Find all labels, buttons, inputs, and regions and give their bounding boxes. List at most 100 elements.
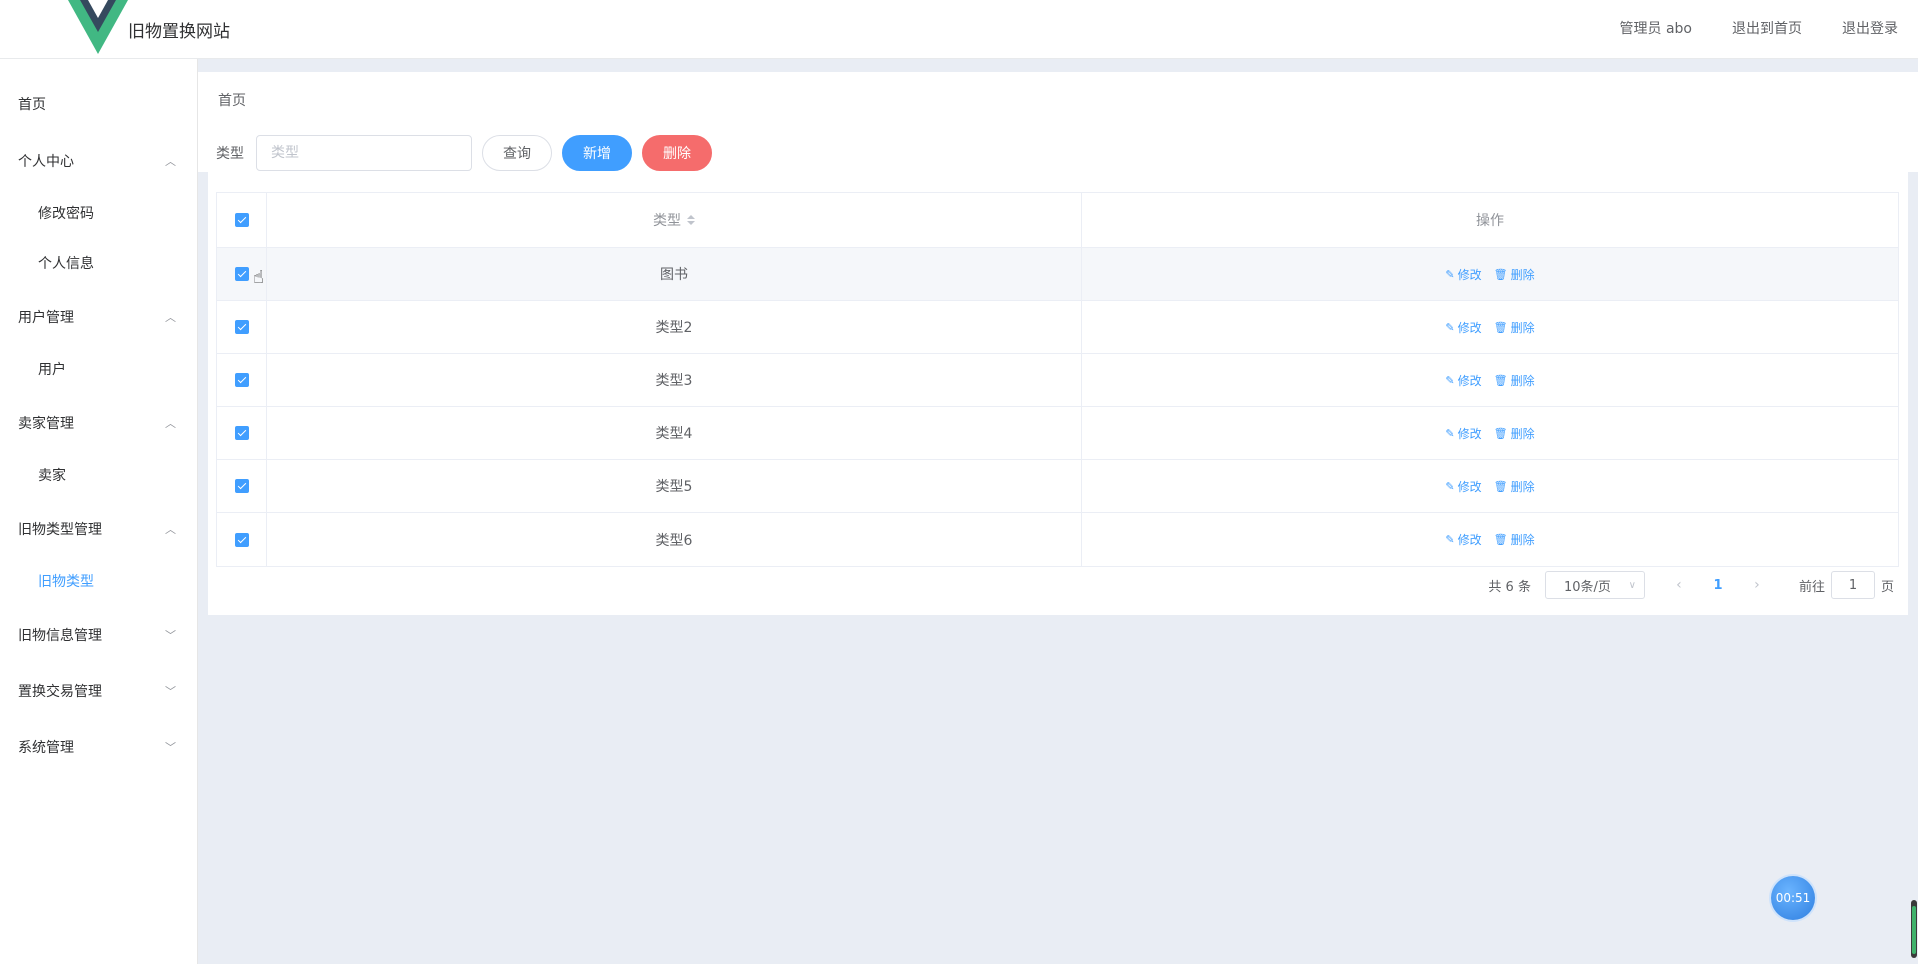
ops-cell: ✎ 修改 🗑 删除 [1082,301,1898,353]
delete-label: 删除 [1510,373,1535,388]
hand-cursor-icon: ☝ [253,267,264,288]
table-header-row: 类型 操作 [217,193,1898,248]
type-cell: 类型2 [267,301,1082,353]
trash-icon: 🗑 [1493,426,1508,440]
total-count: 共 6 条 [1488,579,1531,595]
page-number-current[interactable]: 1 [1701,578,1735,593]
edit-label: 修改 [1457,479,1482,494]
edit-button[interactable]: ✎ 修改 [1445,266,1481,283]
sidebar-item-label: 置换交易管理 [18,684,102,700]
table-row: 类型5 ✎ 修改 🗑 删除 [217,460,1898,513]
chevron-up-icon: ︿ [165,155,176,168]
ops-cell: ✎ 修改 🗑 删除 [1082,513,1898,566]
row-checkbox[interactable] [234,532,249,547]
edit-button[interactable]: ✎ 修改 [1445,425,1481,442]
edit-button[interactable]: ✎ 修改 [1445,372,1481,389]
delete-button[interactable]: 🗑 删除 [1494,478,1535,495]
timer-badge[interactable]: 00:51 [1771,876,1815,920]
delete-button[interactable]: 🗑 删除 [1494,372,1535,389]
sidebar-item-change-password[interactable]: 修改密码 [0,194,198,234]
sidebar-item-personal-info[interactable]: 个人信息 [0,244,198,284]
edit-button[interactable]: ✎ 修改 [1445,531,1481,548]
trash-icon: 🗑 [1493,320,1508,334]
sidebar-item-personal-center[interactable]: 个人中心 ︿ [0,142,198,182]
search-row: 类型 查询 新增 删除 [216,133,712,173]
page-size-select[interactable]: 10条/页 ∨ [1544,571,1645,599]
chevron-down-icon: ﹀ [165,685,176,698]
page-jump-input[interactable] [1830,571,1875,599]
sidebar-item-label: 系统管理 [18,740,74,756]
site-title: 旧物置换网站 [128,22,230,42]
sidebar-item-exchange-trade-management[interactable]: 置换交易管理 ﹀ [0,672,198,712]
prev-page-button[interactable]: ‹ [1667,577,1691,593]
select-all-checkbox[interactable] [234,213,249,227]
row-checkbox[interactable] [234,267,249,281]
header-label: 类型 [653,213,681,229]
row-checkbox[interactable] [234,320,249,334]
sidebar-item-label: 首页 [18,97,46,113]
edit-icon: ✎ [1445,426,1455,440]
type-column-header[interactable]: 类型 [267,193,1082,247]
table-row: 类型2 ✎ 修改 🗑 删除 [217,301,1898,354]
sidebar-item-user-management[interactable]: 用户管理 ︿ [0,298,198,338]
next-page-button[interactable]: › [1745,577,1769,593]
breadcrumb[interactable]: 首页 [218,90,246,110]
batch-delete-button[interactable]: 删除 [642,135,712,171]
delete-button[interactable]: 🗑 删除 [1494,319,1535,336]
sidebar-item-system-management[interactable]: 系统管理 ﹀ [0,728,198,768]
edit-button[interactable]: ✎ 修改 [1445,478,1481,495]
logout-link[interactable]: 退出登录 [1842,18,1898,38]
main-content: 首页 类型 查询 新增 删除 类型 操作 ☝ 图书 ✎修改 🗑删除 [198,59,1918,964]
row-checkbox-cell [217,407,267,459]
admin-user-label[interactable]: 管理员 abo [1620,18,1692,38]
sidebar-item-item-type-management[interactable]: 旧物类型管理 ︿ [0,510,198,550]
chevron-up-icon: ︿ [165,417,176,430]
sidebar: 首页 个人中心 ︿ 修改密码 个人信息 用户管理 ︿ 用户 卖家管理 ︿ 卖家 旧物类… [0,59,198,964]
sidebar-item-item-types[interactable]: 旧物类型 [0,562,198,602]
sidebar-item-label: 旧物类型管理 [18,522,102,538]
add-button[interactable]: 新增 [562,135,632,171]
table-row: 类型4 ✎ 修改 🗑 删除 [217,407,1898,460]
ops-cell: ✎ 修改 🗑 删除 [1082,354,1898,406]
jump-suffix: 页 [1880,579,1894,595]
delete-button[interactable]: 🗑 删除 [1494,266,1535,283]
delete-label: 删除 [1510,533,1535,547]
edit-label: 修改 [1457,320,1482,335]
query-button[interactable]: 查询 [482,135,552,171]
trash-icon: 🗑 [1493,479,1508,493]
delete-label: 删除 [1510,479,1535,494]
vue-logo-icon [68,0,128,54]
sidebar-item-label: 旧物信息管理 [18,628,102,644]
table-row: 类型6 ✎ 修改 🗑 删除 [217,513,1898,566]
delete-button[interactable]: 🗑 删除 [1494,531,1535,548]
delete-button[interactable]: 🗑 删除 [1494,425,1535,442]
sidebar-item-item-info-management[interactable]: 旧物信息管理 ﹀ [0,616,198,656]
page-size-value: 10条/页 [1563,579,1611,595]
edit-button[interactable]: ✎ 修改 [1445,319,1481,336]
table-row: ☝ 图书 ✎ 修改 🗑 删除 [217,248,1898,301]
chevron-up-icon: ︿ [165,311,176,324]
sidebar-item-home[interactable]: 首页 [0,85,198,125]
row-checkbox[interactable] [234,373,249,387]
sidebar-item-label: 用户 [38,362,66,378]
row-checkbox-cell [217,301,267,353]
row-checkbox[interactable] [234,479,249,493]
page-jump: 前往 页 [1799,571,1894,599]
row-checkbox[interactable] [234,426,249,440]
select-all-cell [217,193,267,247]
type-table: 类型 操作 ☝ 图书 ✎ 修改 🗑 删除 类型2 ✎ 修改 🗑 删除 类型3 ✎… [216,192,1899,567]
scroll-indicator [1911,900,1917,958]
top-header: 旧物置换网站 管理员 abo 退出到首页 退出登录 [0,0,1918,59]
pagination: 共 6 条 10条/页 ∨ ‹ 1 › 前往 页 [1488,571,1894,599]
edit-icon: ✎ [1445,267,1455,281]
edit-icon: ✎ [1445,373,1455,387]
sidebar-item-users[interactable]: 用户 [0,350,198,390]
sidebar-item-label: 旧物类型 [38,574,94,590]
sidebar-item-label: 修改密码 [38,206,94,222]
back-to-home-link[interactable]: 退出到首页 [1732,18,1802,38]
sidebar-item-sellers[interactable]: 卖家 [0,456,198,496]
sidebar-item-seller-management[interactable]: 卖家管理 ︿ [0,404,198,444]
type-search-input[interactable] [256,135,472,171]
ops-column-header: 操作 [1476,213,1504,229]
sort-icon[interactable] [687,215,695,225]
